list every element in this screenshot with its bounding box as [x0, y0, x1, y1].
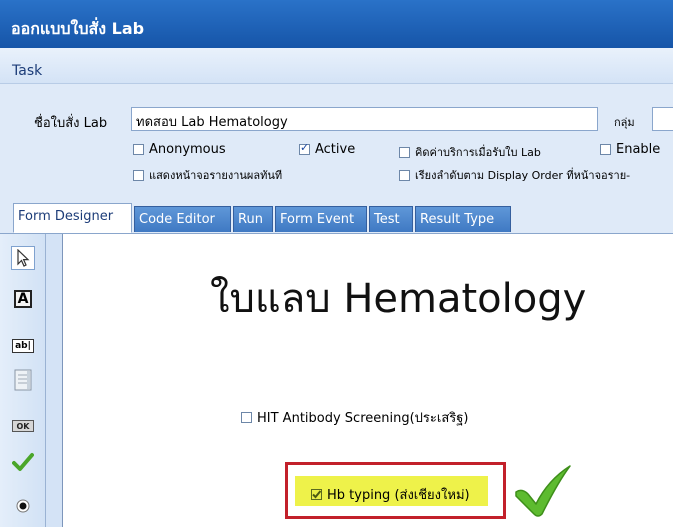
- charge-on-receive-label: คิดค่าบริการเมื่อรับใบ Lab: [415, 146, 541, 159]
- checkbox-box: [600, 144, 611, 155]
- checkbox-box-checked: [299, 141, 310, 155]
- checkbox-box: [399, 146, 410, 158]
- label-tool-glyph: A: [14, 290, 32, 308]
- window-title-bar: ออกแบบใบสั่ง Lab: [0, 0, 673, 48]
- tab-form-designer[interactable]: Form Designer: [13, 203, 132, 233]
- checkbox-box: [133, 169, 144, 181]
- menu-task[interactable]: Task: [12, 63, 42, 79]
- checkbox-box: [133, 144, 144, 155]
- charge-on-receive-checkbox[interactable]: คิดค่าบริการเมื่อรับใบ Lab: [399, 143, 541, 161]
- lab-name-input[interactable]: ทดสอบ Lab Hematology: [131, 107, 598, 131]
- hb-typing-label: Hb typing (ส่งเชียงใหม่): [327, 488, 470, 503]
- button-tool-icon[interactable]: OK: [11, 414, 35, 438]
- window-title: ออกแบบใบสั่ง Lab: [11, 19, 145, 38]
- sort-display-label: เรียงลำดับตาม Display Order ที่หน้าจอราย…: [415, 169, 631, 182]
- textbox-tool-glyph: ab|: [12, 339, 34, 353]
- pointer-icon[interactable]: [11, 246, 35, 270]
- tab-code-editor[interactable]: Code Editor: [134, 206, 231, 232]
- anonymous-label: Anonymous: [149, 142, 226, 157]
- show-report-checkbox[interactable]: แสดงหน้าจอรายงานผลทันที: [133, 166, 282, 184]
- menu-bar: Task: [0, 48, 673, 84]
- check-mark-icon: [515, 465, 571, 517]
- checkbox-box: [399, 169, 410, 181]
- memo-tool-icon[interactable]: [11, 368, 35, 392]
- tab-run[interactable]: Run: [233, 206, 273, 232]
- lab-name-label: ชื่อใบสั่ง Lab: [34, 116, 108, 131]
- label-tool-icon[interactable]: A: [11, 287, 35, 311]
- tab-test[interactable]: Test: [369, 206, 413, 232]
- panel-gap: [46, 234, 62, 527]
- toolbox: A ab| OK: [0, 234, 46, 527]
- show-report-label: แสดงหน้าจอรายงานผลทันที: [149, 169, 283, 182]
- tab-form-event[interactable]: Form Event: [275, 206, 367, 232]
- sort-display-checkbox[interactable]: เรียงลำดับตาม Display Order ที่หน้าจอราย…: [399, 166, 630, 184]
- hit-antibody-label: HIT Antibody Screening(ประเสริฐ): [257, 411, 469, 426]
- button-tool-glyph: OK: [12, 420, 34, 432]
- group-input[interactable]: [652, 107, 673, 131]
- hit-antibody-checkbox[interactable]: HIT Antibody Screening(ประเสริฐ): [241, 407, 469, 428]
- active-label: Active: [315, 142, 356, 157]
- checkbox-box: [241, 412, 252, 423]
- form-title[interactable]: ใบแลบ Hematology: [210, 266, 586, 330]
- enable-checkbox[interactable]: Enable: [600, 142, 660, 157]
- group-label: กลุ่ม: [614, 116, 635, 129]
- radio-tool-icon[interactable]: [11, 494, 35, 518]
- enable-label: Enable: [616, 142, 661, 157]
- tab-result-type[interactable]: Result Type: [415, 206, 511, 232]
- textbox-tool-icon[interactable]: ab|: [11, 334, 35, 358]
- anonymous-checkbox[interactable]: Anonymous: [133, 142, 226, 157]
- hb-typing-checkbox[interactable]: Hb typing (ส่งเชียงใหม่): [311, 484, 470, 505]
- tab-strip: Form Designer Code Editor Run Form Event…: [0, 194, 673, 234]
- checkbox-box-checked: [311, 489, 322, 500]
- active-checkbox[interactable]: Active: [299, 141, 356, 157]
- checkbox-tool-icon[interactable]: [11, 450, 35, 474]
